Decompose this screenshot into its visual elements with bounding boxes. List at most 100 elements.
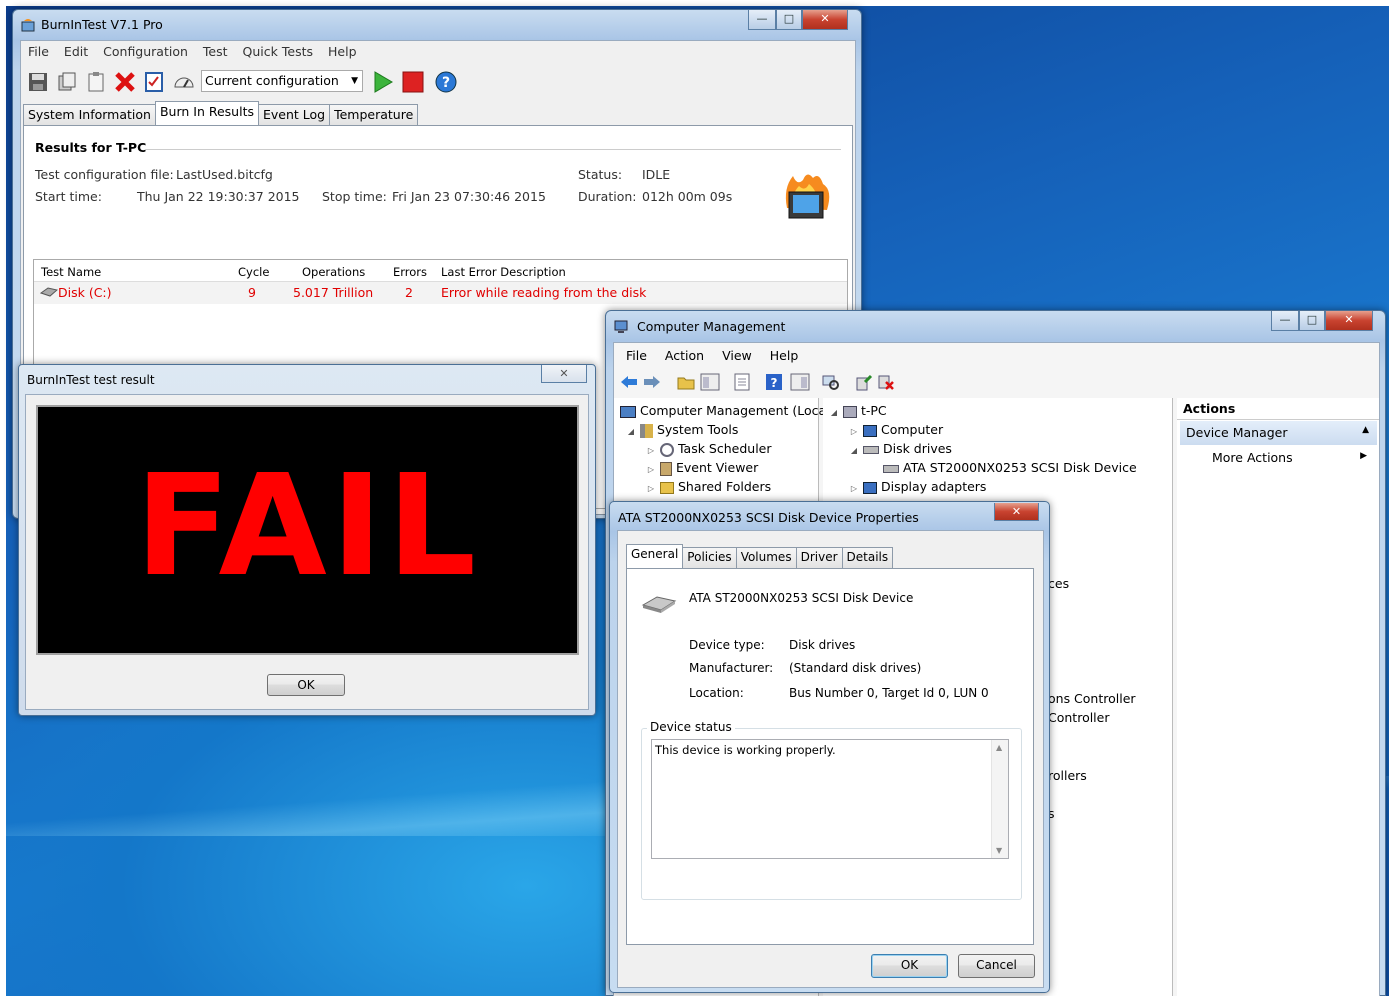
- menu-test[interactable]: Test: [203, 44, 228, 59]
- status-scrollbar[interactable]: ▲ ▼: [991, 740, 1008, 858]
- col-cycle[interactable]: Cycle: [238, 265, 269, 279]
- gauge-icon[interactable]: [171, 69, 197, 95]
- fail-text: FAIL: [134, 445, 481, 608]
- partial-tree-item[interactable]: rollers: [1048, 768, 1087, 783]
- save-icon[interactable]: [25, 69, 51, 95]
- col-operations[interactable]: Operations: [302, 265, 365, 279]
- menu-edit[interactable]: Edit: [64, 44, 88, 59]
- maximize-button[interactable]: □: [776, 10, 802, 30]
- more-actions-item[interactable]: More Actions ▶: [1180, 448, 1377, 468]
- delete-icon[interactable]: [112, 69, 138, 95]
- checklist-icon[interactable]: [141, 69, 167, 95]
- clipboard-icon[interactable]: [83, 69, 109, 95]
- row-last-error: Error while reading from the disk: [441, 285, 647, 300]
- results-heading: Results for T-PC: [35, 140, 147, 155]
- help-icon[interactable]: ?: [764, 372, 784, 392]
- expand-arrow-icon[interactable]: ▷: [646, 484, 656, 493]
- properties-icon[interactable]: [732, 372, 752, 392]
- close-button[interactable]: ✕: [541, 365, 587, 383]
- tab-system-information[interactable]: System Information: [23, 104, 156, 125]
- svg-text:?: ?: [442, 75, 450, 91]
- general-tab-panel: ATA ST2000NX0253 SCSI Disk Device Device…: [626, 568, 1034, 945]
- expand-arrow-icon[interactable]: ▷: [849, 427, 859, 436]
- location-value: Bus Number 0, Target Id 0, LUN 0: [789, 686, 989, 700]
- col-test-name[interactable]: Test Name: [41, 265, 101, 279]
- collapse-arrow-icon[interactable]: ◢: [849, 446, 859, 455]
- menu-file[interactable]: File: [626, 348, 647, 363]
- tab-policies[interactable]: Policies: [682, 547, 737, 568]
- device-tree-root[interactable]: ◢ t-PC: [829, 403, 887, 418]
- scan-hardware-icon[interactable]: [821, 372, 841, 392]
- scroll-up-icon[interactable]: ▲: [996, 743, 1002, 752]
- collapse-arrow-icon[interactable]: ◢: [626, 427, 636, 436]
- ok-button[interactable]: OK: [267, 674, 345, 696]
- partial-tree-item[interactable]: Controller: [1048, 710, 1110, 725]
- manufacturer-label: Manufacturer:: [689, 661, 774, 675]
- actions-header: Actions: [1177, 398, 1379, 420]
- tab-driver[interactable]: Driver: [795, 547, 843, 568]
- close-button[interactable]: ✕: [1325, 311, 1373, 331]
- tree-item-system-tools[interactable]: ◢ System Tools: [626, 422, 738, 438]
- configuration-select[interactable]: Current configuration ▼: [201, 70, 363, 92]
- menu-quick-tests[interactable]: Quick Tests: [243, 44, 313, 59]
- menu-file[interactable]: File: [28, 44, 49, 59]
- menu-view[interactable]: View: [722, 348, 752, 363]
- device-status-textbox[interactable]: This device is working properly. ▲ ▼: [651, 739, 1009, 859]
- tab-event-log[interactable]: Event Log: [257, 104, 331, 125]
- forward-arrow-icon[interactable]: [642, 372, 662, 392]
- menu-configuration[interactable]: Configuration: [103, 44, 188, 59]
- stop-icon[interactable]: [400, 69, 426, 95]
- tree-item-shared-folders[interactable]: ▷ Shared Folders: [646, 479, 771, 494]
- tab-details[interactable]: Details: [841, 547, 894, 568]
- device-tree-disk-device[interactable]: ATA ST2000NX0253 SCSI Disk Device: [883, 460, 1137, 475]
- close-button[interactable]: ✕: [802, 10, 848, 30]
- menu-action[interactable]: Action: [665, 348, 704, 363]
- tab-volumes[interactable]: Volumes: [735, 547, 797, 568]
- location-label: Location:: [689, 686, 744, 700]
- scroll-down-icon[interactable]: ▼: [996, 846, 1002, 855]
- device-tree-display-adapters[interactable]: ▷ Display adapters: [849, 479, 987, 494]
- copy-icon[interactable]: [54, 69, 80, 95]
- tree-item-event-viewer[interactable]: ▷ Event Viewer: [646, 460, 758, 476]
- menu-help[interactable]: Help: [328, 44, 357, 59]
- table-row[interactable]: Disk (C:) 9 5.017 Trillion 2 Error while…: [34, 282, 847, 304]
- minimize-button[interactable]: —: [1271, 311, 1299, 331]
- back-arrow-icon[interactable]: [619, 372, 639, 392]
- partial-tree-item[interactable]: ons Controller: [1048, 691, 1136, 706]
- collapse-arrow-icon[interactable]: ◢: [829, 408, 839, 417]
- play-icon[interactable]: [370, 69, 396, 95]
- uninstall-device-icon[interactable]: [876, 372, 896, 392]
- col-errors[interactable]: Errors: [393, 265, 427, 279]
- up-folder-icon[interactable]: [676, 372, 696, 392]
- menu-bar: File Edit Configuration Test Quick Tests…: [28, 44, 357, 59]
- menu-bar: File Action View Help: [626, 348, 798, 363]
- device-tree-computer[interactable]: ▷ Computer: [849, 422, 943, 437]
- show-hide-tree-icon[interactable]: [699, 372, 721, 392]
- close-button[interactable]: ✕: [994, 503, 1039, 521]
- partial-tree-item[interactable]: ces: [1048, 576, 1069, 591]
- help-icon[interactable]: ?: [433, 69, 459, 95]
- menu-help[interactable]: Help: [770, 348, 799, 363]
- event-viewer-icon: [659, 461, 672, 476]
- computer-management-app-icon: [614, 319, 630, 335]
- device-tree-disk-drives[interactable]: ◢ Disk drives: [849, 441, 952, 456]
- device-status-legend: Device status: [647, 720, 735, 734]
- tree-item-task-scheduler[interactable]: ▷ Task Scheduler: [646, 441, 772, 457]
- cancel-button[interactable]: Cancel: [958, 954, 1035, 978]
- expand-arrow-icon[interactable]: ▷: [646, 446, 656, 455]
- expand-arrow-icon[interactable]: ▷: [849, 484, 859, 493]
- update-driver-icon[interactable]: [854, 372, 874, 392]
- tree-item-computer-management[interactable]: Computer Management (Local: [620, 403, 830, 418]
- col-last-error[interactable]: Last Error Description: [441, 265, 566, 279]
- tab-burn-in-results[interactable]: Burn In Results: [154, 101, 259, 125]
- tab-temperature[interactable]: Temperature: [329, 104, 419, 125]
- expand-arrow-icon[interactable]: ▷: [646, 465, 656, 474]
- actions-section-device-manager[interactable]: Device Manager ▲: [1180, 421, 1377, 445]
- tab-general[interactable]: General: [626, 544, 684, 568]
- maximize-button[interactable]: □: [1299, 311, 1325, 331]
- ok-button[interactable]: OK: [871, 954, 948, 978]
- minimize-button[interactable]: —: [748, 10, 776, 30]
- collapse-up-icon[interactable]: ▲: [1362, 425, 1369, 435]
- action-pane-icon[interactable]: [789, 372, 811, 392]
- window-title: Computer Management: [637, 319, 786, 334]
